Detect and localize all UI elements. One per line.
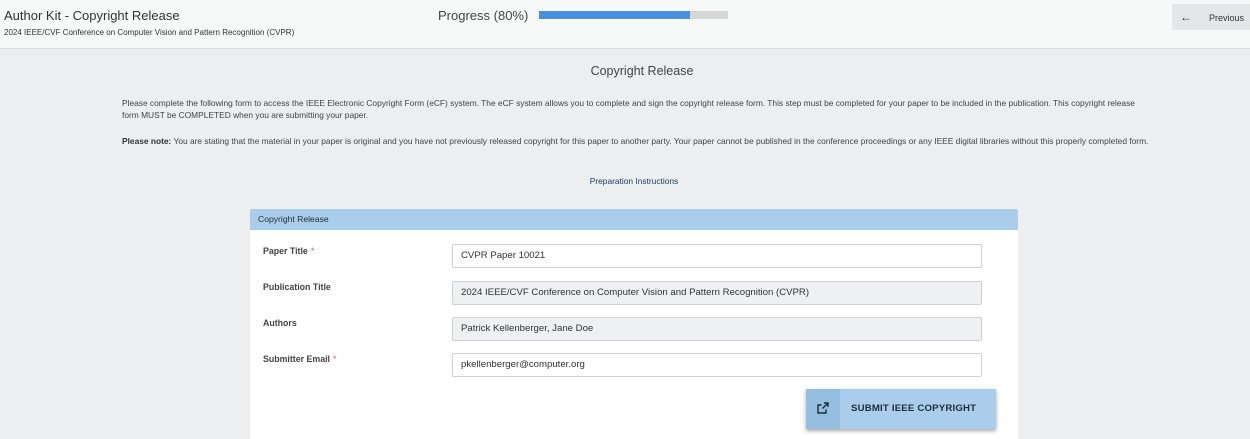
note-paragraph: Please note: You are stating that the ma… (122, 135, 1152, 147)
submitter-email-label: Submitter Email * (263, 354, 337, 364)
page-title: Author Kit - Copyright Release (4, 8, 180, 23)
top-bar: Author Kit - Copyright Release 2024 IEEE… (0, 0, 1250, 49)
progress-label: Progress (80%) (438, 8, 529, 23)
section-title: Copyright Release (590, 64, 694, 78)
paper-title-label: Paper Title * (263, 246, 315, 256)
required-marker: * (310, 246, 315, 256)
publication-title-input: 2024 IEEE/CVF Conference on Computer Vis… (452, 281, 982, 305)
panel-header: Copyright Release (250, 209, 1018, 230)
authors-label: Authors (263, 318, 297, 328)
note-bold-label: Please note: (122, 136, 172, 146)
copyright-release-panel: Copyright Release Paper Title * CVPR Pape… (250, 209, 1018, 439)
progress-bar (539, 11, 728, 19)
external-link-icon (806, 389, 840, 429)
publication-title-label: Publication Title (263, 282, 331, 292)
note-text: You are stating that the material in you… (171, 136, 1149, 146)
authors-input: Patrick Kellenberger, Jane Doe (452, 317, 982, 341)
submit-ieee-copyright-button[interactable]: SUBMIT IEEE COPYRIGHT (806, 389, 996, 429)
submitter-email-input[interactable]: pkellenberger@computer.org (452, 353, 982, 377)
previous-button[interactable]: ← Previous (1172, 4, 1250, 30)
page-subtitle: 2024 IEEE/CVF Conference on Computer Vis… (4, 28, 295, 37)
paper-title-input[interactable]: CVPR Paper 10021 (452, 244, 982, 268)
preparation-instructions-link[interactable]: Preparation Instructions (0, 176, 1250, 186)
previous-button-label: Previous (1209, 13, 1245, 23)
progress-bar-fill (539, 11, 691, 19)
intro-paragraph: Please complete the following form to ac… (122, 98, 1135, 120)
submit-button-label: SUBMIT IEEE COPYRIGHT (851, 403, 977, 414)
arrow-left-icon: ← (1180, 10, 1192, 24)
required-marker: * (332, 354, 337, 364)
